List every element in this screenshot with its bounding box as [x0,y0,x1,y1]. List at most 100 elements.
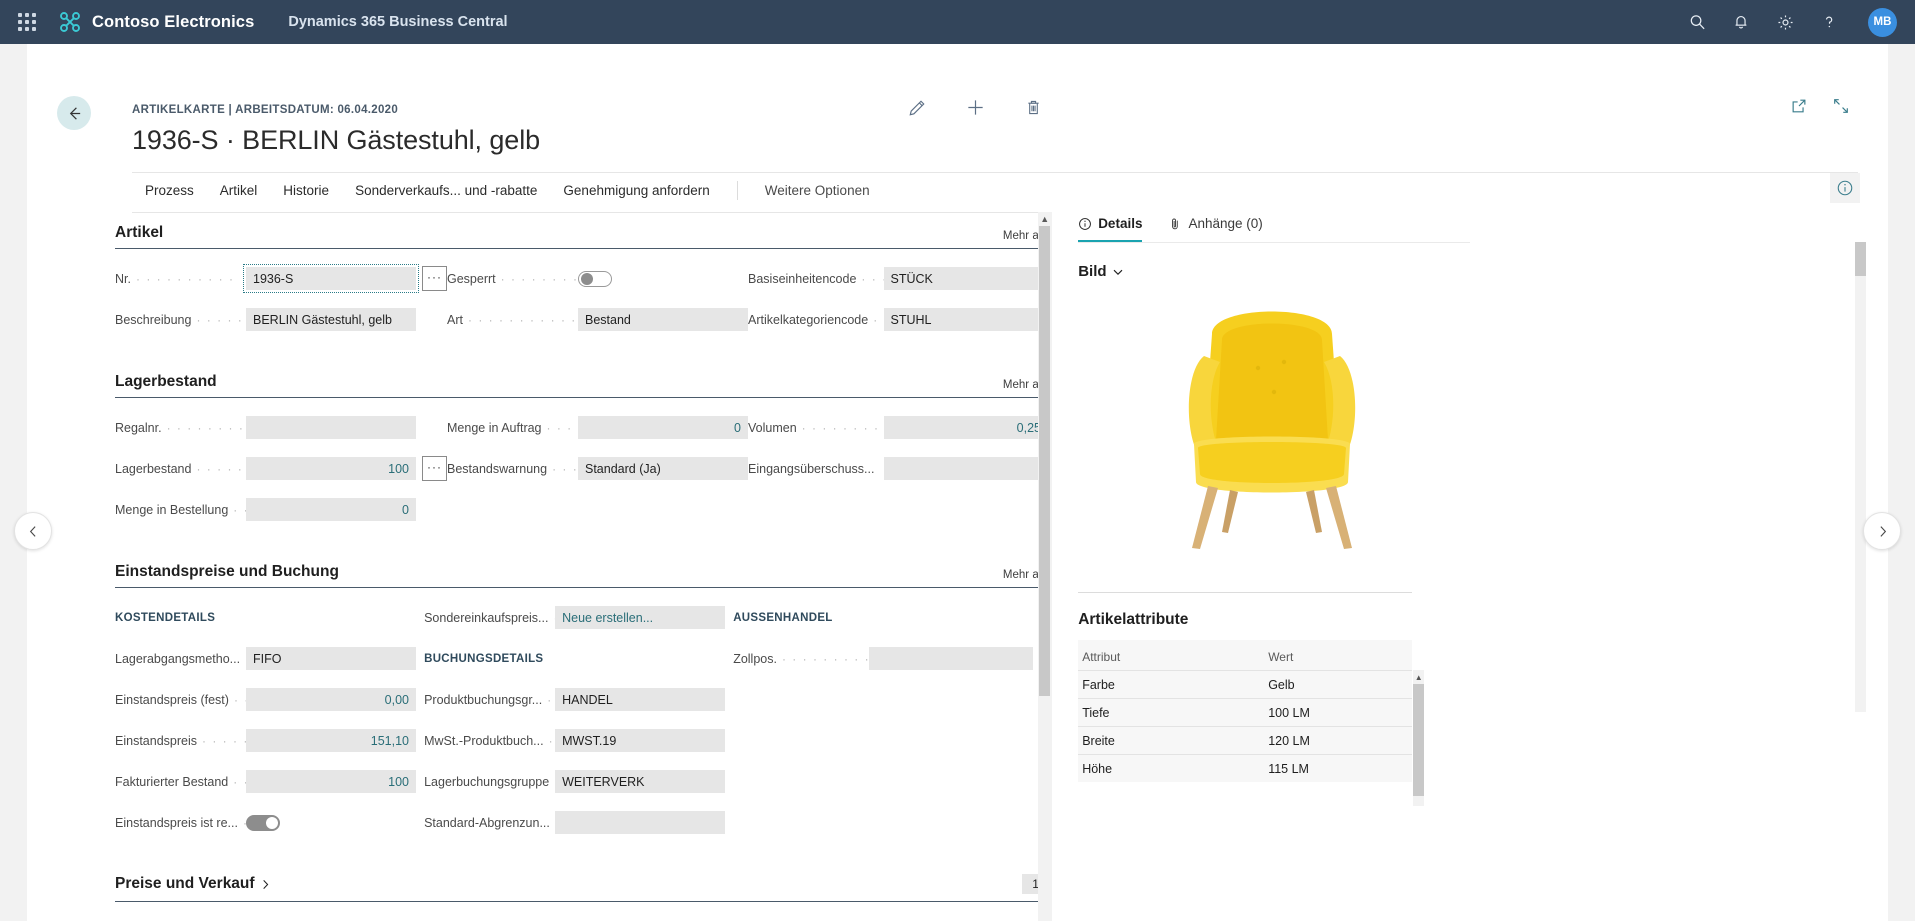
attributes-scrollbar[interactable]: ▲ [1413,670,1425,806]
table-row[interactable]: Höhe 115 LM [1078,754,1413,782]
lagerabgangsmethode-input[interactable]: FIFO [246,647,416,670]
column-2: Sondereinkaufspreis... · Neue erstellen.… [424,602,733,848]
fakturierter-bestand-input[interactable]: 100 [246,770,416,793]
search-icon[interactable] [1686,11,1708,33]
section-preise-und-verkauf[interactable]: Preise und Verkauf 193,70 [115,874,1052,902]
edit-icon[interactable] [907,98,927,118]
field-beschreibung: Beschreibung · · · · · · · BERLIN Gästes… [115,304,447,335]
zollpos-input[interactable] [868,647,1034,670]
field-label: Menge in Auftrag · · · · [447,420,578,435]
field-label: MwSt.-Produktbuch... · [424,733,555,748]
table-row[interactable]: Farbe Gelb [1078,670,1413,698]
table-header-row: Attribut Wert [1078,640,1412,670]
einstandspreis-input[interactable]: 151,10 [246,729,416,752]
collapsed-section-title[interactable]: Preise und Verkauf [115,875,271,893]
appbar-actions: MB [1686,7,1897,37]
field-grid: KOSTENDETAILS Lagerabgangsmetho... · FIF… [115,602,1034,848]
artikelkategoriencode-input[interactable]: STUHL [883,308,1048,331]
collapse-icon[interactable] [1832,97,1850,115]
einstandspreis-ist-reguliert-toggle[interactable] [246,814,280,831]
gesperrt-toggle[interactable] [578,270,612,287]
back-button[interactable] [57,96,91,130]
ribbon-item-historie[interactable]: Historie [270,177,342,204]
ribbon-item-artikel[interactable]: Artikel [207,177,271,204]
mwst-produktbuchungsgruppe-input[interactable]: MWST.19 [555,729,726,752]
field-label: Lagerbuchungsgruppe · [424,774,555,789]
field-menge-in-bestellung: Menge in Bestellung · · 0 [115,494,447,525]
standard-abgrenzung-input[interactable] [555,811,726,834]
field-lagerbuchungsgruppe: Lagerbuchungsgruppe · WEITERVERK [424,766,733,797]
next-record-button[interactable] [1863,512,1901,550]
field-label: Gesperrt · · · · · · · · · [447,271,578,286]
einstandspreis-fest-input[interactable]: 0,00 [246,688,416,711]
app-launcher-icon[interactable] [10,5,44,39]
scroll-up-arrow[interactable]: ▲ [1413,670,1424,684]
field-artikelkategoriencode: Artikelkategoriencode · STUHL [748,304,1048,335]
regalnr-input[interactable] [246,416,416,439]
art-input[interactable]: Bestand [578,308,748,331]
scroll-up-arrow[interactable]: ▲ [1038,212,1051,226]
new-icon[interactable] [965,97,986,118]
field-label: Bestandswarnung · · · [447,461,578,476]
ribbon-item-weitere-optionen[interactable]: Weitere Optionen [752,177,883,204]
main-content: Artikel Mehr anzeigen Nr. · · · · · · · … [27,212,1052,921]
field-label: Artikelkategoriencode · [748,312,879,327]
ribbon-item-sonderverkaufspreise[interactable]: Sonderverkaufs... und -rabatte [342,177,550,204]
produktbuchungsgruppe-input[interactable]: HANDEL [555,688,726,711]
lagerbuchungsgruppe-input[interactable]: WEITERVERK [555,770,726,793]
cell-wert: 100 LM [1268,705,1310,720]
cell-wert: Gelb [1268,677,1295,692]
field-grid: Regalnr. · · · · · · · · · Lagerbestand … [115,412,1048,535]
basiseinheitencode-input[interactable]: STÜCK [883,267,1048,290]
delete-icon[interactable] [1024,98,1043,117]
avatar[interactable]: MB [1868,7,1897,37]
brand[interactable]: Contoso Electronics [58,10,254,34]
previous-record-button[interactable] [14,512,52,550]
sondereinkaufspreis-link[interactable]: Neue erstellen... [555,606,726,629]
field-eingangsueberschuss: Eingangsüberschuss... [748,453,1048,484]
lagerbestand-lookup-button[interactable]: ··· [422,456,447,481]
cell-attribut: Breite [1082,733,1115,748]
nr-lookup-button[interactable]: ··· [422,266,447,291]
factbox-scrollbar[interactable] [1855,242,1866,712]
field-standard-abgrenzung: Standard-Abgrenzun... · [424,807,733,838]
gear-icon[interactable] [1774,11,1796,33]
menge-in-bestellung-input[interactable]: 0 [246,498,416,521]
scroll-thumb[interactable] [1855,242,1866,276]
ribbon-item-genehmigung-anfordern[interactable]: Genehmigung anfordern [550,177,722,204]
nr-input[interactable]: 1936-S [243,264,419,293]
yellow-armchair-image [1189,311,1356,549]
help-icon[interactable] [1818,11,1840,33]
tab-anhaenge[interactable]: Anhänge (0) [1168,216,1263,242]
tab-details[interactable]: Details [1078,216,1143,242]
field-label: Sondereinkaufspreis... · [424,610,555,625]
column-1: KOSTENDETAILS Lagerabgangsmetho... · FIF… [115,602,424,848]
info-icon[interactable] [1830,173,1860,203]
main-scrollbar[interactable]: ▲ [1038,212,1052,921]
eingangsueberschuss-input[interactable] [883,457,1048,480]
paperclip-icon [1168,217,1182,231]
bell-icon[interactable] [1730,11,1752,33]
column-2: Menge in Auftrag · · · · 0 Bestandswarnu… [447,412,748,535]
field-fakturierter-bestand: Fakturierter Bestand · · 100 [115,766,424,797]
field-label: Fakturierter Bestand · · [115,774,246,789]
item-picture [1078,286,1470,576]
field-label: Lagerbestand · · · · · · [115,461,246,476]
open-in-new-window-icon[interactable] [1790,97,1808,115]
beschreibung-input[interactable]: BERLIN Gästestuhl, gelb [246,308,416,331]
field-lagerbestand: Lagerbestand · · · · · · 100 ··· [115,453,447,484]
ribbon-item-prozess[interactable]: Prozess [132,177,207,204]
bestandswarnung-input[interactable]: Standard (Ja) [578,457,748,480]
menge-in-auftrag-input[interactable]: 0 [578,416,748,439]
brand-name: Contoso Electronics [92,12,255,31]
field-mwst-produktbuchungsgruppe: MwSt.-Produktbuch... · MWST.19 [424,725,733,756]
scroll-thumb[interactable] [1039,226,1051,696]
section-title-text: Preise und Verkauf [115,875,255,892]
lagerbestand-input[interactable]: 100 [246,457,416,480]
field-basiseinheitencode: Basiseinheitencode · · · STÜCK [748,263,1048,294]
table-row[interactable]: Breite 120 LM [1078,726,1413,754]
table-row[interactable]: Tiefe 100 LM [1078,698,1413,726]
factbox-bild-header[interactable]: Bild [1078,263,1470,280]
scroll-thumb[interactable] [1413,684,1425,796]
volumen-input[interactable]: 0,25 [883,416,1048,439]
